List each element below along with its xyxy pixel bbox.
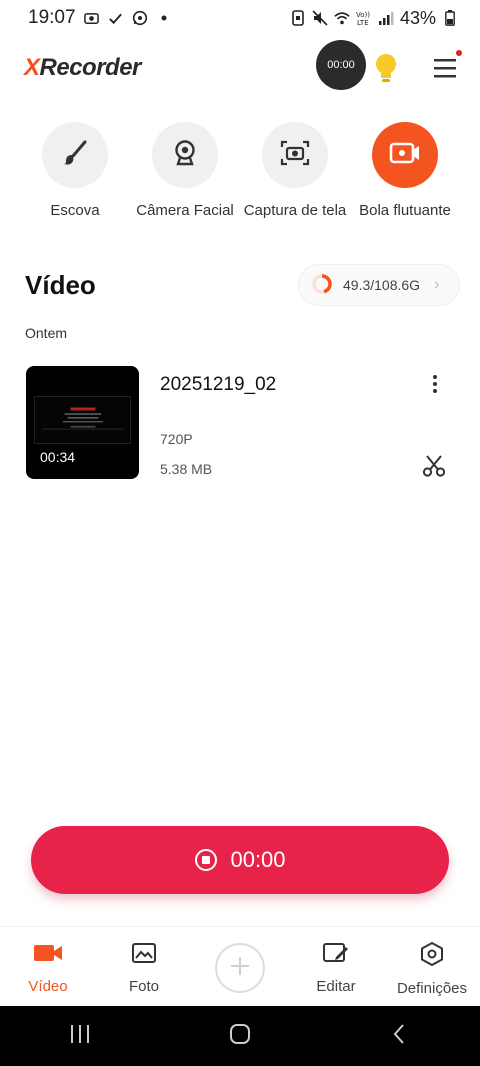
thumbnail-preview xyxy=(34,396,131,444)
storage-ring-icon xyxy=(311,273,333,298)
mute-icon xyxy=(312,10,328,26)
plus-icon xyxy=(228,954,252,983)
video-resolution: 720P xyxy=(160,431,193,447)
menu-icon[interactable] xyxy=(432,56,458,80)
floating-record-timer[interactable]: 00:00 xyxy=(316,40,366,90)
tool-label: Escova xyxy=(50,202,100,219)
app-header: XRecorder 00:00 xyxy=(0,40,480,96)
storage-text: 49.3/108.6G xyxy=(343,277,421,293)
tool-label: Câmera Facial xyxy=(136,202,234,219)
record-button[interactable]: 00:00 xyxy=(31,826,449,894)
nav-photo[interactable]: Foto xyxy=(96,941,192,995)
brush-icon xyxy=(61,139,89,172)
bottom-nav: Vídeo Foto Editar Definições xyxy=(0,926,480,1006)
webcam-icon xyxy=(171,139,199,172)
date-group-label: Ontem xyxy=(25,325,68,341)
photo-icon xyxy=(131,941,157,970)
recent-apps-icon[interactable] xyxy=(68,1022,92,1051)
nav-label: Foto xyxy=(128,978,159,995)
video-list-item[interactable]: 00:34 20251219_02 720P 5.38 MB xyxy=(26,366,456,480)
nav-add[interactable] xyxy=(192,941,288,993)
nav-video[interactable]: Vídeo xyxy=(0,941,96,995)
dot-icon xyxy=(156,10,172,26)
settings-hexagon-icon xyxy=(419,941,445,972)
screenshot-icon xyxy=(280,139,310,172)
signal-icon xyxy=(378,10,394,26)
tool-brush[interactable]: Escova xyxy=(20,122,130,219)
video-size: 5.38 MB xyxy=(160,461,213,477)
tool-floating-ball[interactable]: Bola flutuante xyxy=(350,122,460,219)
storage-indicator[interactable]: 49.3/108.6G › xyxy=(298,264,460,306)
screen: 19:07 Vo)) LTE 43% XRecorder 00:00 Escov… xyxy=(0,0,480,1066)
tool-screenshot[interactable]: Captura de tela xyxy=(240,122,350,219)
notification-dot xyxy=(456,50,462,56)
home-icon[interactable] xyxy=(228,1022,252,1051)
tool-label: Bola flutuante xyxy=(359,202,451,219)
tool-label: Captura de tela xyxy=(243,202,347,219)
video-camera-icon xyxy=(389,140,421,171)
video-camera-icon xyxy=(33,941,63,970)
nav-settings[interactable]: Definições xyxy=(384,941,480,997)
more-vertical-icon[interactable] xyxy=(426,374,444,394)
lightbulb-icon[interactable] xyxy=(372,52,400,84)
app-logo: XRecorder xyxy=(24,54,141,81)
tools-row: Escova Câmera Facial Captura de tela Bol… xyxy=(20,122,460,219)
tool-floating-ball-circle[interactable] xyxy=(372,122,438,188)
video-duration: 00:34 xyxy=(40,449,76,465)
svg-text:LTE: LTE xyxy=(357,19,369,26)
tool-face-camera[interactable]: Câmera Facial xyxy=(130,122,240,219)
add-button[interactable] xyxy=(215,943,265,993)
video-name: 20251219_02 xyxy=(160,374,277,395)
status-right: Vo)) LTE 43% xyxy=(290,8,458,29)
nav-label: Editar xyxy=(316,978,356,995)
volte-icon: Vo)) LTE xyxy=(356,10,372,26)
system-navigation-bar xyxy=(0,1006,480,1066)
whatsapp-icon xyxy=(132,10,148,26)
edit-icon xyxy=(322,941,350,970)
screen-record-icon xyxy=(290,10,306,26)
status-left: 19:07 xyxy=(28,7,172,29)
battery-icon xyxy=(442,10,458,26)
video-thumbnail[interactable]: 00:34 xyxy=(26,366,139,479)
media-notification-icon xyxy=(84,10,100,26)
battery-percent: 43% xyxy=(399,7,436,28)
scissors-icon[interactable] xyxy=(422,454,446,478)
record-time: 00:00 xyxy=(230,847,286,872)
svg-text:Vo)): Vo)) xyxy=(356,11,370,19)
status-bar: 19:07 Vo)) LTE 43% xyxy=(0,0,480,36)
nav-edit[interactable]: Editar xyxy=(288,941,384,995)
status-time: 19:07 xyxy=(28,7,76,28)
nav-label: Definições xyxy=(396,980,468,997)
check-icon xyxy=(108,10,124,26)
wifi-icon xyxy=(334,10,350,26)
tool-brush-circle[interactable] xyxy=(42,122,108,188)
tool-screenshot-circle[interactable] xyxy=(262,122,328,188)
record-stop-icon xyxy=(194,848,218,872)
tool-face-camera-circle[interactable] xyxy=(152,122,218,188)
nav-label: Vídeo xyxy=(28,978,68,995)
chevron-right-icon: › xyxy=(434,276,440,293)
back-icon[interactable] xyxy=(388,1022,412,1051)
section-title: Vídeo xyxy=(25,270,96,300)
